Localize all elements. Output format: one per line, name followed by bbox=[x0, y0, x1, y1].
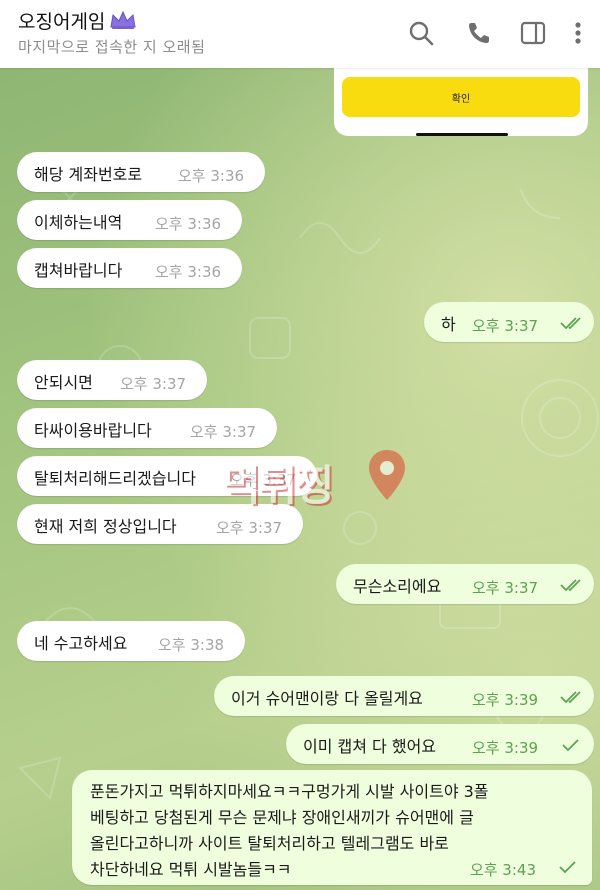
chat-status: 마지막으로 접속한 지 오래됨 bbox=[18, 38, 206, 56]
message-incoming[interactable]: 안되시면 오후 3:37 bbox=[17, 360, 207, 400]
watermark-text: 먹튀찡 bbox=[222, 461, 334, 510]
message-time: 오후 3:36 bbox=[155, 215, 222, 233]
search-icon[interactable] bbox=[408, 20, 434, 46]
more-icon[interactable] bbox=[570, 20, 586, 46]
message-text: 탈퇴처리해드리겠습니다 bbox=[34, 469, 196, 488]
double-check-icon bbox=[560, 689, 584, 708]
message-text: 타싸이용바랍니다 bbox=[34, 421, 152, 440]
single-check-icon bbox=[559, 859, 577, 878]
message-time: 오후 3:39 bbox=[472, 691, 539, 709]
message-time: 오후 3:39 bbox=[472, 739, 539, 757]
watermark-logo: 먹튀찡 bbox=[222, 448, 412, 510]
message-time: 오후 3:37 bbox=[190, 423, 257, 441]
message-time: 오후 3:37 bbox=[472, 317, 539, 335]
sidebar-icon[interactable] bbox=[520, 20, 546, 46]
message-outgoing[interactable]: 무슨소리에요 오후 3:37 bbox=[336, 564, 594, 604]
chat-title[interactable]: 오징어게임 bbox=[18, 11, 105, 33]
message-outgoing-long[interactable]: 푼돈가지고 먹튀하지마세요ㅋㅋ구멍가게 시발 사이트야 3폴 베팅하고 당첨된게… bbox=[72, 770, 592, 885]
message-text: 이체하는내역 bbox=[34, 213, 123, 232]
message-text: 이거 슈어맨이랑 다 올릴게요 bbox=[231, 689, 423, 708]
message-outgoing[interactable]: 하 오후 3:37 bbox=[424, 302, 594, 342]
message-time: 오후 3:37 bbox=[216, 519, 283, 537]
double-check-icon bbox=[560, 577, 584, 596]
double-check-icon bbox=[560, 315, 584, 334]
chat-title-row[interactable]: 오징어게임 bbox=[18, 7, 137, 35]
message-line: 올린다고하니까 사이트 탈퇴처리하고 텔레그램도 바로 bbox=[90, 834, 449, 853]
message-text: 하 bbox=[441, 315, 456, 334]
message-time: 오후 3:36 bbox=[178, 167, 245, 185]
message-time: 오후 3:37 bbox=[120, 375, 187, 393]
crown-icon bbox=[109, 10, 137, 35]
message-line: 베팅하고 당첨된게 무슨 문제냐 장애인새끼가 슈어맨에 글 bbox=[90, 808, 474, 827]
chat-header: 오징어게임 마지막으로 접속한 지 오래됨 bbox=[0, 0, 600, 68]
message-text: 캡쳐바랍니다 bbox=[34, 261, 123, 280]
message-incoming[interactable]: 캡쳐바랍니다 오후 3:36 bbox=[17, 248, 242, 288]
payment-card: 확인 bbox=[334, 68, 588, 136]
message-text: 네 수고하세요 bbox=[34, 634, 128, 653]
message-outgoing[interactable]: 이거 슈어맨이랑 다 올릴게요 오후 3:39 bbox=[214, 676, 594, 716]
message-outgoing[interactable]: 이미 캡쳐 다 했어요 오후 3:39 bbox=[286, 724, 594, 764]
confirm-button[interactable]: 확인 bbox=[342, 77, 580, 117]
phone-icon[interactable] bbox=[466, 20, 492, 46]
message-text: 안되시면 bbox=[34, 373, 93, 392]
message-incoming[interactable]: 이체하는내역 오후 3:36 bbox=[17, 200, 242, 240]
message-text: 해당 계좌번호로 bbox=[34, 165, 143, 184]
message-text: 현재 저희 정상입니다 bbox=[34, 517, 177, 536]
message-incoming[interactable]: 해당 계좌번호로 오후 3:36 bbox=[17, 152, 265, 192]
message-time: 오후 3:36 bbox=[155, 263, 222, 281]
message-time: 오후 3:43 bbox=[469, 861, 536, 879]
message-time: 오후 3:38 bbox=[158, 636, 225, 654]
message-line: 차단하네요 먹튀 시발놈들ㅋㅋ bbox=[90, 860, 292, 879]
message-text: 무슨소리에요 bbox=[353, 577, 442, 596]
message-time: 오후 3:37 bbox=[472, 579, 539, 597]
message-line: 푼돈가지고 먹튀하지마세요ㅋㅋ구멍가게 시발 사이트야 3폴 bbox=[90, 782, 489, 801]
chat-area[interactable]: 확인 해당 계좌번호로 오후 3:36 이체하는내역 오후 3:36 캡쳐바랍니… bbox=[0, 68, 600, 890]
single-check-icon bbox=[562, 737, 580, 756]
home-indicator bbox=[416, 133, 508, 136]
message-incoming[interactable]: 타싸이용바랍니다 오후 3:37 bbox=[17, 408, 277, 448]
message-incoming[interactable]: 네 수고하세요 오후 3:38 bbox=[17, 621, 245, 661]
message-text: 이미 캡쳐 다 했어요 bbox=[303, 737, 437, 756]
map-pin-icon bbox=[367, 448, 407, 506]
